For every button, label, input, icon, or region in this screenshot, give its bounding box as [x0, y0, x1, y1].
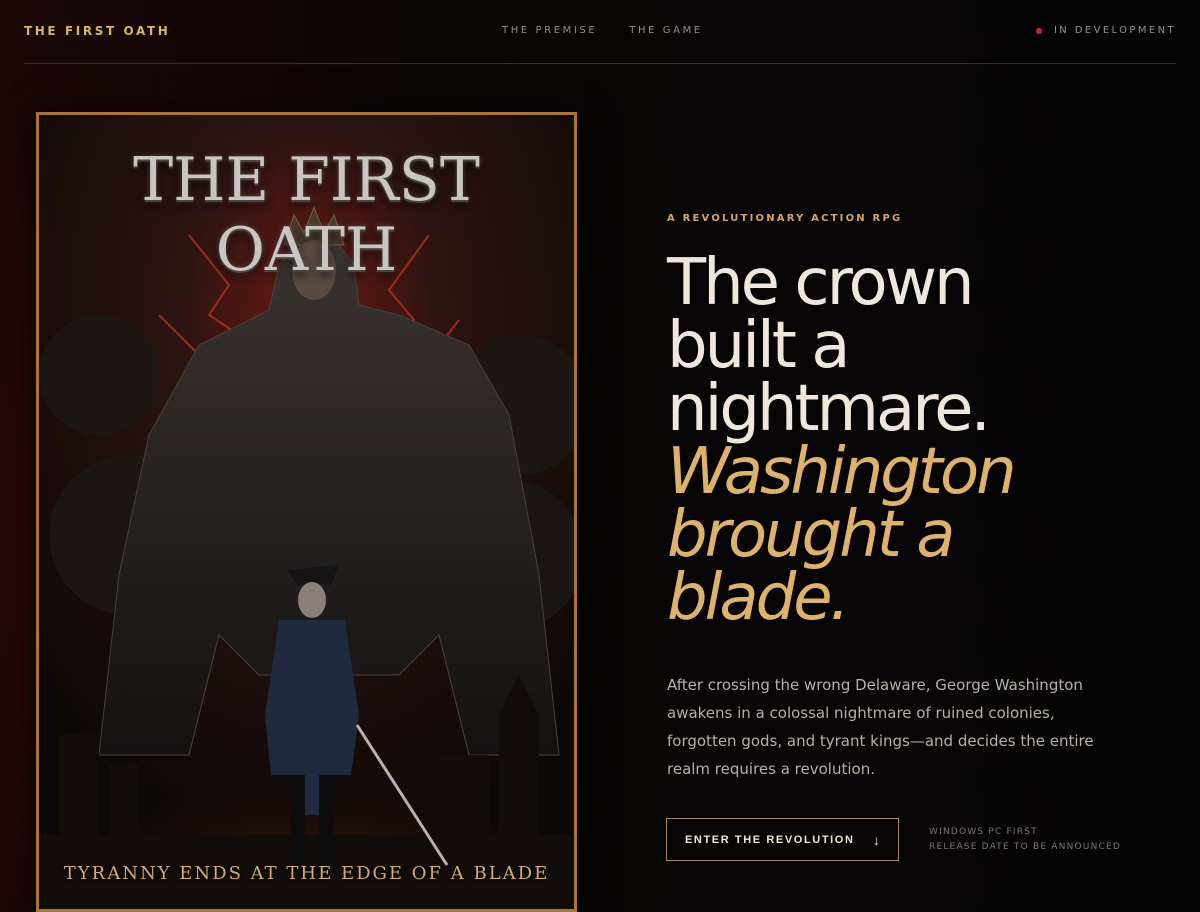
enter-revolution-button[interactable]: ENTER THE REVOLUTION ↓ — [666, 818, 899, 861]
development-status: IN DEVELOPMENT — [1035, 25, 1176, 36]
top-nav: THE FIRST OATH THE PREMISE THE GAME IN D… — [24, 0, 1176, 64]
key-art-poster: THE FIRST OATH TYRANNY ENDS AT THE EDGE … — [36, 112, 577, 912]
headline-line: The crown — [667, 246, 975, 320]
hero-description: After crossing the wrong Delaware, Georg… — [667, 676, 1094, 778]
cta-label: ENTER THE REVOLUTION — [685, 833, 855, 846]
nav-link-game[interactable]: THE GAME — [629, 25, 702, 36]
platform-note: WINDOWS PC FIRST — [929, 827, 1038, 837]
release-info: WINDOWS PC FIRST RELEASE DATE TO BE ANNO… — [929, 825, 1121, 855]
headline-gold-line: blade. — [667, 561, 850, 635]
hero-headline: The crown built a nightmare. Washington … — [667, 246, 1107, 635]
headline-gold-line: brought a — [667, 498, 956, 572]
brand-logo[interactable]: THE FIRST OATH — [24, 24, 170, 38]
hero-eyebrow: A REVOLUTIONARY ACTION RPG — [667, 213, 903, 224]
nav-link-premise[interactable]: THE PREMISE — [502, 25, 597, 36]
nav-links: THE PREMISE THE GAME — [502, 25, 703, 36]
status-dot-icon — [1035, 27, 1042, 34]
headline-gold-line: Washington — [667, 435, 1017, 509]
poster-title: THE FIRST OATH — [133, 145, 480, 285]
arrow-down-icon: ↓ — [873, 831, 880, 848]
release-date-note: RELEASE DATE TO BE ANNOUNCED — [929, 842, 1122, 852]
poster-tagline: TYRANNY ENDS AT THE EDGE OF A BLADE — [63, 863, 550, 884]
headline-line: built a — [667, 309, 850, 383]
status-label: IN DEVELOPMENT — [1053, 25, 1176, 36]
headline-line: nightmare. — [667, 372, 991, 446]
